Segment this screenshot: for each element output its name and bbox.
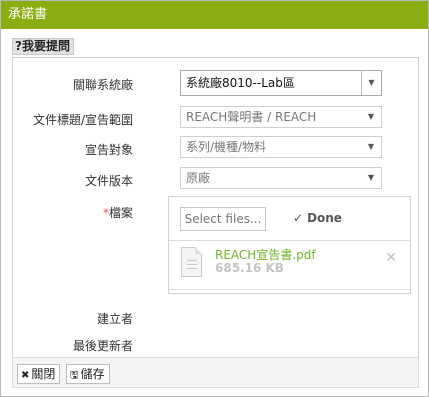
dialog-footer: ✖ 關閉 🖫 儲存 (12, 357, 419, 388)
commitment-dialog: 承諾書 ?我要提問 關聯系統廠 系統廠8010--Lab區 ▼ 文件標題/宣告範… (0, 0, 429, 397)
file-label: *檔案 (103, 204, 133, 221)
doc-version-select[interactable]: 原廠 ▼ (180, 167, 382, 189)
chevron-down-icon[interactable]: ▼ (361, 137, 381, 157)
check-icon: ✓ (293, 211, 304, 225)
select-files-button[interactable]: Select files... (180, 207, 266, 231)
dialog-title: 承諾書 (1, 1, 428, 29)
doc-title-select[interactable]: REACH聲明書 / REACH ▼ (180, 106, 382, 128)
done-label: Done (307, 211, 342, 225)
chevron-down-icon[interactable]: ▼ (361, 71, 381, 95)
save-button[interactable]: 🖫 儲存 (66, 364, 110, 384)
related-factory-select[interactable]: 系統廠8010--Lab區 ▼ (180, 70, 382, 96)
close-icon: ✖ (21, 370, 30, 381)
close-button-label: 關閉 (31, 367, 56, 381)
related-factory-value: 系統廠8010--Lab區 (186, 76, 295, 90)
declaration-target-select[interactable]: 系列/機種/物料 ▼ (180, 136, 382, 158)
file-size: 685.16 KB (215, 261, 284, 275)
doc-title-value: REACH聲明書 / REACH (186, 110, 317, 124)
ask-question-button[interactable]: ?我要提問 (12, 38, 74, 55)
file-upload: Select files... ✓ Done REACH宣告書.pdf 685.1… (168, 196, 411, 294)
chevron-down-icon[interactable]: ▼ (361, 107, 381, 127)
upload-status: ✓ Done (293, 211, 342, 225)
related-factory-label: 關聯系統廠 (72, 78, 133, 92)
doc-title-label: 文件標題/宣告範圍 (32, 113, 133, 127)
file-icon (181, 247, 202, 277)
remove-file-icon[interactable]: ✕ (385, 250, 397, 266)
upload-toolbar: Select files... ✓ Done (169, 197, 410, 241)
save-icon: 🖫 (70, 370, 79, 381)
declaration-target-value: 系列/機種/物料 (186, 140, 267, 154)
doc-version-value: 原廠 (186, 171, 211, 185)
save-button-label: 儲存 (80, 367, 105, 381)
doc-version-label: 文件版本 (84, 174, 133, 188)
upload-divider (169, 289, 410, 290)
declaration-target-label: 宣告對象 (84, 143, 133, 157)
last-updater-label: 最後更新者 (72, 339, 133, 353)
chevron-down-icon[interactable]: ▼ (361, 168, 381, 188)
close-button[interactable]: ✖ 關閉 (17, 364, 61, 384)
uploaded-file-item: REACH宣告書.pdf 685.16 KB ✕ (169, 242, 410, 286)
creator-label: 建立者 (96, 312, 133, 326)
file-label-text: 檔案 (108, 206, 133, 220)
